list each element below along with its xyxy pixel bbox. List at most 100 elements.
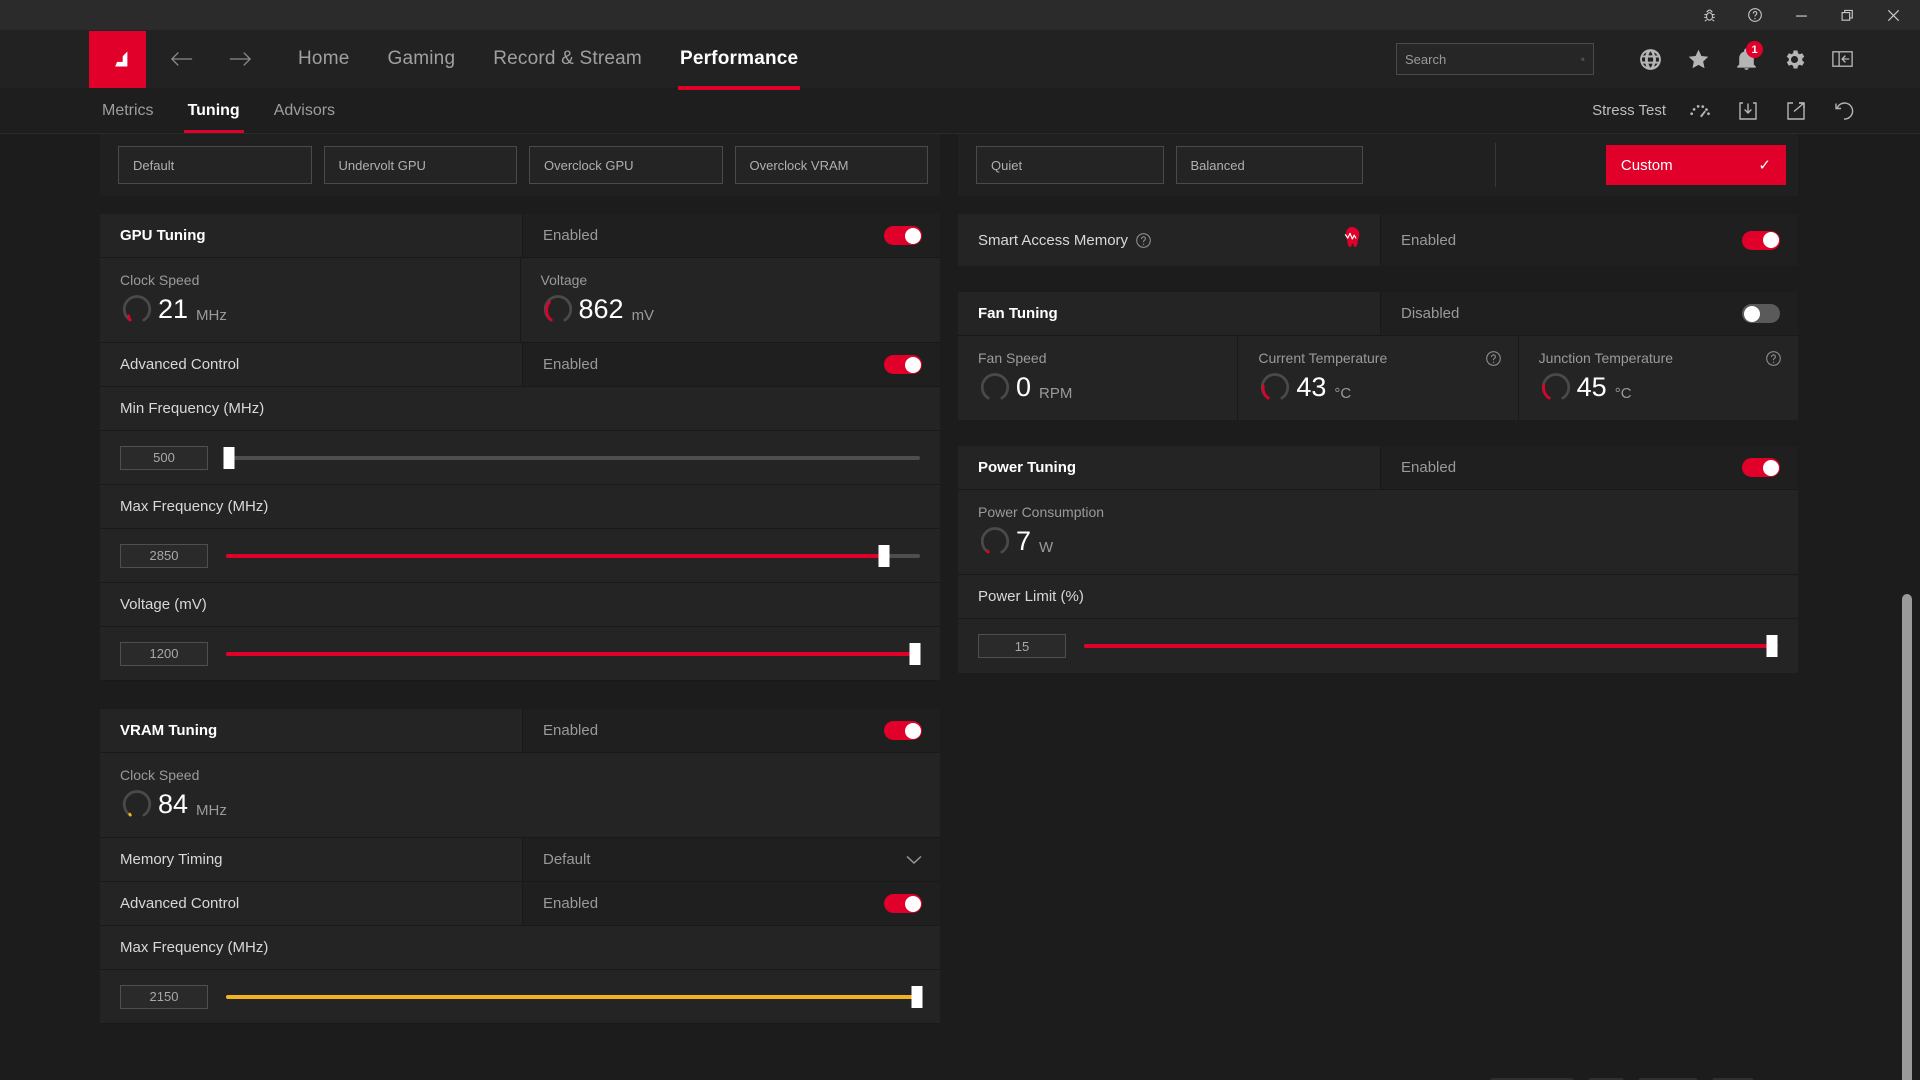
vram-tuning-toggle-cell[interactable]: Enabled (522, 709, 940, 752)
bug-icon (1703, 9, 1715, 22)
metric-title: Voltage (541, 272, 921, 288)
nav-item-performance[interactable]: Performance (677, 34, 801, 90)
gpu-max-frequency-value[interactable]: 2850 (120, 543, 208, 568)
favorites-button[interactable] (1674, 35, 1722, 83)
vram-max-frequency-track[interactable] (226, 985, 923, 1008)
power-tuning-card: Power Tuning Enabled Power Consumption 7… (958, 446, 1798, 673)
preset-quiet[interactable]: Quiet (976, 146, 1164, 184)
export-profile-icon (1787, 101, 1805, 120)
metric-value: 84 (158, 788, 189, 819)
metric-body: 0 RPM (978, 370, 1217, 404)
collapse-panel-button[interactable] (1818, 35, 1866, 83)
gpu-advanced-control-toggle[interactable] (884, 355, 922, 374)
globe-button[interactable] (1626, 35, 1674, 83)
gpu-tuning-toggle[interactable] (884, 226, 922, 245)
settings-button[interactable] (1770, 35, 1818, 83)
tab-advisors[interactable]: Advisors (272, 90, 337, 132)
tab-metrics[interactable]: Metrics (100, 90, 156, 132)
vertical-scrollbar-thumb[interactable] (1902, 594, 1912, 1080)
right-column: Quiet Balanced Custom ✓ Smart Access Mem… (958, 134, 1798, 1046)
preset-overclock-gpu[interactable]: Overclock GPU (529, 146, 723, 184)
search-box[interactable] (1396, 43, 1594, 75)
fan-tuning-toggle[interactable] (1742, 304, 1780, 323)
stress-test-gauge-icon (1690, 104, 1710, 117)
metric-title-text: Power Consumption (978, 504, 1105, 520)
power-tuning-toggle[interactable] (1742, 458, 1780, 477)
close-button[interactable] (1870, 0, 1916, 30)
power-limit-value[interactable]: 15 (978, 634, 1066, 658)
metric-title-text: Clock Speed (120, 272, 200, 288)
nav-back-button[interactable] (160, 37, 204, 81)
sam-header: Smart Access Memory Enabled (958, 214, 1798, 266)
sam-toggle[interactable] (1742, 230, 1780, 250)
fan-tuning-toggle-cell[interactable]: Disabled (1380, 292, 1798, 335)
gpu-voltage-slider-row: 1200 (100, 627, 940, 681)
vram-advanced-control-toggle[interactable] (884, 894, 922, 913)
vram-advanced-control-cell[interactable]: Enabled (522, 882, 940, 925)
tab-tuning[interactable]: Tuning (183, 90, 244, 133)
power-limit-track[interactable] (1084, 635, 1778, 657)
sam-toggle-cell[interactable]: Enabled (1380, 214, 1798, 266)
reset-button[interactable] (1820, 89, 1868, 133)
check-icon: ✓ (1758, 157, 1771, 174)
metric-body: 43 °C (1258, 370, 1497, 404)
preset-custom[interactable]: Custom ✓ (1605, 145, 1786, 185)
vram-tuning-toggle[interactable] (884, 721, 922, 740)
help-circle-icon (1485, 351, 1501, 366)
vram-max-frequency-thumb[interactable] (911, 985, 923, 1008)
current-temperature-help-button[interactable] (1485, 350, 1502, 372)
bug-report-button[interactable] (1686, 0, 1732, 30)
metric-title-text: Junction Temperature (1538, 350, 1674, 366)
power-limit-thumb[interactable] (1766, 635, 1778, 657)
preset-label: Overclock VRAM (749, 157, 849, 173)
preset-undervolt-gpu[interactable]: Undervolt GPU (323, 146, 517, 184)
sam-help-button[interactable] (1135, 232, 1152, 249)
notifications-button[interactable]: 1 (1722, 35, 1770, 83)
amd-logo[interactable] (89, 30, 146, 88)
gpu-tuning-toggle-cell[interactable]: Enabled (522, 214, 940, 257)
tuning-columns: Default Undervolt GPU Overclock GPU Over… (0, 134, 1920, 1046)
gpu-max-frequency-thumb[interactable] (878, 544, 890, 567)
metric-value: 45 (1576, 371, 1607, 402)
vram-max-frequency-value[interactable]: 2150 (120, 984, 208, 1009)
stress-test-button[interactable] (1676, 89, 1724, 133)
gpu-max-frequency-track[interactable] (226, 544, 920, 567)
amd-smart-brain-icon (1344, 226, 1360, 247)
metric-body: 21 MHz (120, 292, 500, 326)
preset-overclock-vram[interactable]: Overclock VRAM (734, 146, 928, 184)
nav-item-record-stream[interactable]: Record & Stream (491, 34, 644, 84)
metric-title: Clock Speed (120, 767, 920, 783)
preset-balanced[interactable]: Balanced (1175, 146, 1363, 184)
gpu-voltage-value[interactable]: 1200 (120, 641, 208, 666)
help-button[interactable] (1732, 0, 1778, 30)
arrow-left-icon (170, 52, 193, 66)
gpu-max-frequency-slider-row: 2850 (100, 529, 940, 583)
power-tuning-toggle-cell[interactable]: Enabled (1380, 446, 1798, 489)
search-input[interactable] (1405, 51, 1581, 67)
junction-temperature-help-button[interactable] (1765, 350, 1782, 372)
gpu-min-frequency-thumb[interactable] (223, 446, 235, 469)
search-icon[interactable] (1581, 51, 1585, 68)
nav-item-gaming[interactable]: Gaming (385, 34, 457, 84)
preset-default[interactable]: Default (118, 146, 312, 184)
nav-item-home[interactable]: Home (296, 34, 351, 84)
export-profile-button[interactable] (1772, 89, 1820, 133)
minimize-button[interactable] (1778, 0, 1824, 30)
gpu-min-frequency-track[interactable] (223, 446, 920, 469)
gpu-advanced-control-state: Enabled (543, 356, 599, 373)
slider-fill (226, 651, 916, 656)
gpu-voltage-track[interactable] (226, 642, 921, 665)
reset-icon (1835, 101, 1854, 120)
stress-test-label[interactable]: Stress Test (1592, 102, 1666, 119)
preset-divider (1495, 143, 1496, 187)
fan-tuning-card: Fan Tuning Disabled Fan Speed 0 RPM Curr… (958, 292, 1798, 420)
gauge-icon (980, 527, 1010, 554)
gpu-advanced-control-cell[interactable]: Enabled (522, 343, 940, 386)
gpu-voltage-thumb[interactable] (909, 642, 921, 665)
sam-left: Smart Access Memory (958, 214, 1380, 266)
import-profile-button[interactable] (1724, 89, 1772, 133)
nav-forward-button[interactable] (218, 37, 262, 81)
memory-timing-dropdown[interactable]: Default (522, 838, 940, 881)
restore-button[interactable] (1824, 0, 1870, 30)
gpu-min-frequency-value[interactable]: 500 (120, 445, 208, 470)
